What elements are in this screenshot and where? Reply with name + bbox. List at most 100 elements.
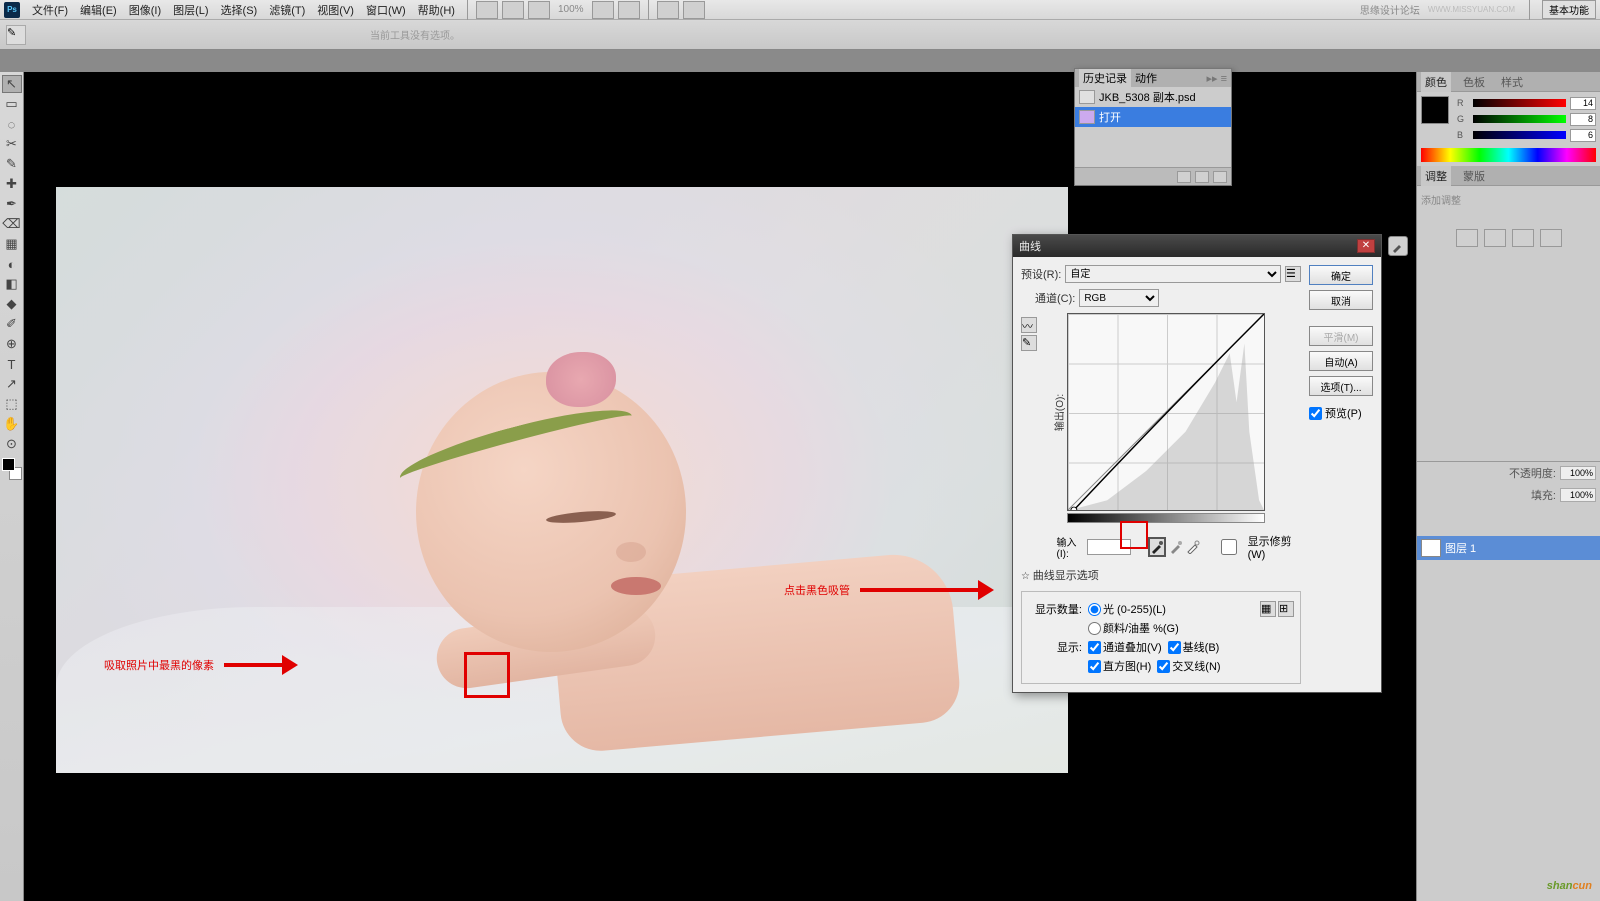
- preset-select[interactable]: 自定: [1065, 265, 1281, 283]
- adjustments-panel: 添加调整: [1417, 186, 1600, 261]
- opacity-input[interactable]: [1560, 466, 1596, 480]
- menu-file[interactable]: 文件(F): [26, 0, 74, 20]
- curves-titlebar[interactable]: 曲线 ✕: [1013, 235, 1381, 257]
- tab-masks[interactable]: 蒙版: [1459, 166, 1489, 186]
- white-point-dropper[interactable]: [1185, 537, 1200, 557]
- menu-filter[interactable]: 滤镜(T): [263, 0, 311, 20]
- annotation-sample-black: 吸取照片中最黑的像素: [104, 657, 294, 673]
- fill-input[interactable]: [1560, 488, 1596, 502]
- bridge-icon[interactable]: [476, 1, 498, 19]
- menu-view[interactable]: 视图(V): [311, 0, 360, 20]
- tool-path[interactable]: ↗: [2, 375, 22, 393]
- foreground-color-swatch[interactable]: [2, 458, 15, 471]
- hand-icon[interactable]: [592, 1, 614, 19]
- tool-type[interactable]: T: [2, 355, 22, 373]
- ok-button[interactable]: 确定: [1309, 265, 1373, 285]
- history-footer: [1075, 167, 1231, 185]
- extras-icon[interactable]: [657, 1, 679, 19]
- tool-stamp[interactable]: ⌫: [2, 215, 22, 233]
- curves-icon[interactable]: [1512, 229, 1534, 247]
- new-doc-icon[interactable]: [1195, 171, 1209, 183]
- preview-check[interactable]: 预览(P): [1309, 405, 1373, 421]
- zoom-icon[interactable]: [618, 1, 640, 19]
- toolbox: ↖ ▭ ◌ ✂ ✎ ✚ ✒ ⌫ ▦ ◐ ◧ ◆ ✐ ⊕ T ↗ ⬚ ✋ ⊙: [0, 72, 24, 901]
- r-input[interactable]: [1570, 97, 1596, 110]
- histogram-check[interactable]: 直方图(H): [1088, 658, 1151, 674]
- baseline-check[interactable]: 基线(B): [1168, 639, 1220, 655]
- channel-select[interactable]: RGB: [1079, 289, 1159, 307]
- b-input[interactable]: [1570, 129, 1596, 142]
- tool-zoom[interactable]: ⊙: [2, 435, 22, 453]
- menu-select[interactable]: 选择(S): [215, 0, 264, 20]
- channel-overlay-check[interactable]: 通道叠加(V): [1088, 639, 1162, 655]
- guides-icon[interactable]: [683, 1, 705, 19]
- history-snapshot[interactable]: JKB_5308 副本.psd: [1075, 87, 1231, 107]
- essentials-button[interactable]: 基本功能: [1542, 0, 1596, 19]
- auto-button[interactable]: 自动(A): [1309, 351, 1373, 371]
- pencil-tool-icon[interactable]: ✎: [1021, 335, 1037, 351]
- tool-eraser[interactable]: ◐: [2, 255, 22, 273]
- spectrum-bar[interactable]: [1421, 148, 1596, 162]
- screen-mode-icon[interactable]: [528, 1, 550, 19]
- light-radio[interactable]: 光 (0-255)(L): [1088, 601, 1166, 617]
- arrange-icon[interactable]: [502, 1, 524, 19]
- eyedropper-icon[interactable]: [1388, 236, 1408, 256]
- menu-image[interactable]: 图像(I): [123, 0, 167, 20]
- foreground-background-colors[interactable]: [2, 458, 22, 480]
- grid-coarse-icon[interactable]: ⊞: [1278, 601, 1294, 617]
- tool-history-brush[interactable]: ▦: [2, 235, 22, 253]
- curves-options-toggle[interactable]: ☆ 曲线显示选项: [1021, 571, 1099, 582]
- b-slider[interactable]: [1473, 131, 1566, 139]
- tool-healing[interactable]: ✚: [2, 175, 22, 193]
- curves-graph[interactable]: [1067, 313, 1265, 511]
- tool-pen[interactable]: ⊕: [2, 335, 22, 353]
- trash-icon[interactable]: [1213, 171, 1227, 183]
- tool-blur[interactable]: ◆: [2, 295, 22, 313]
- tab-color[interactable]: 颜色: [1421, 72, 1451, 92]
- tool-shape[interactable]: ⬚: [2, 395, 22, 413]
- gray-point-dropper[interactable]: [1168, 537, 1183, 557]
- cancel-button[interactable]: 取消: [1309, 290, 1373, 310]
- current-tool-icon[interactable]: ✎: [6, 25, 26, 45]
- r-slider[interactable]: [1473, 99, 1566, 107]
- tool-lasso[interactable]: ◌: [2, 115, 22, 133]
- menu-help[interactable]: 帮助(H): [412, 0, 461, 20]
- menu-window[interactable]: 窗口(W): [360, 0, 412, 20]
- exposure-icon[interactable]: [1540, 229, 1562, 247]
- tool-eyedropper[interactable]: ✎: [2, 155, 22, 173]
- tool-move[interactable]: ↖: [2, 75, 22, 93]
- grid-fine-icon[interactable]: ▦: [1260, 601, 1276, 617]
- g-slider[interactable]: [1473, 115, 1566, 123]
- tab-adjustments[interactable]: 调整: [1421, 166, 1451, 186]
- options-button[interactable]: 选项(T)...: [1309, 376, 1373, 396]
- layer-row[interactable]: 图层 1: [1417, 536, 1600, 560]
- tool-dodge[interactable]: ✐: [2, 315, 22, 333]
- curve-tool-icon[interactable]: 〰: [1021, 317, 1037, 333]
- pigment-radio[interactable]: 颜料/油墨 %(G): [1088, 620, 1179, 636]
- brightness-icon[interactable]: [1456, 229, 1478, 247]
- tab-styles[interactable]: 样式: [1497, 72, 1527, 92]
- preset-menu-icon[interactable]: ☰: [1285, 266, 1301, 282]
- annotation-redbox-sample: [464, 652, 510, 698]
- tool-crop[interactable]: ✂: [2, 135, 22, 153]
- new-snapshot-icon[interactable]: [1177, 171, 1191, 183]
- tab-history[interactable]: 历史记录: [1079, 69, 1131, 87]
- intersect-check[interactable]: 交叉线(N): [1157, 658, 1220, 674]
- tab-actions[interactable]: 动作: [1131, 69, 1161, 87]
- panel-menu-icon[interactable]: ▸▸ ≡: [1206, 72, 1227, 85]
- tool-gradient[interactable]: ◧: [2, 275, 22, 293]
- r-label: R: [1457, 98, 1469, 108]
- close-button[interactable]: ✕: [1357, 239, 1375, 253]
- menu-layer[interactable]: 图层(L): [167, 0, 214, 20]
- levels-icon[interactable]: [1484, 229, 1506, 247]
- tab-swatches[interactable]: 色板: [1459, 72, 1489, 92]
- g-input[interactable]: [1570, 113, 1596, 126]
- color-swatch[interactable]: [1421, 96, 1449, 124]
- menu-edit[interactable]: 编辑(E): [74, 0, 123, 20]
- show-clipping-check[interactable]: 显示修剪(W): [1212, 533, 1295, 561]
- tool-hand[interactable]: ✋: [2, 415, 22, 433]
- tool-marquee[interactable]: ▭: [2, 95, 22, 113]
- tool-brush[interactable]: ✒: [2, 195, 22, 213]
- black-point-dropper[interactable]: [1148, 537, 1166, 557]
- history-item-open[interactable]: 打开: [1075, 107, 1231, 127]
